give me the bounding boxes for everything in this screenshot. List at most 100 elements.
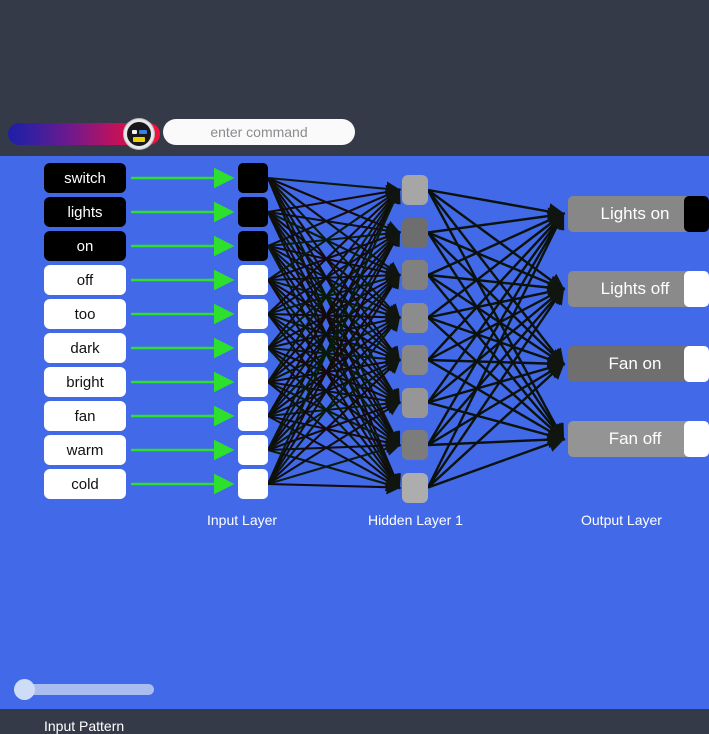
- output-bar-lights-on[interactable]: Lights on: [568, 196, 702, 232]
- input-node-7[interactable]: [238, 401, 268, 431]
- input-word-too[interactable]: too: [44, 299, 126, 329]
- synapse-input-hidden: [267, 188, 400, 451]
- synapse-hidden-output: [427, 212, 566, 277]
- output-node-0[interactable]: [684, 196, 709, 232]
- synapse-input-hidden: [267, 316, 401, 451]
- input-node-9[interactable]: [238, 469, 268, 499]
- synapse-input-hidden: [267, 479, 402, 495]
- input-word-label: bright: [66, 373, 104, 391]
- input-node-8[interactable]: [238, 435, 268, 465]
- input-node-4[interactable]: [238, 299, 268, 329]
- synapse-hidden-output: [427, 212, 565, 319]
- input-word-warm[interactable]: warm: [44, 435, 126, 465]
- input-word-lights[interactable]: lights: [44, 197, 126, 227]
- synapse-hidden-output: [427, 359, 566, 404]
- synapse-hidden-output: [427, 207, 566, 234]
- synapse-input-hidden: [267, 271, 402, 316]
- synapse-hidden-output: [427, 231, 565, 366]
- synapse-hidden-output: [427, 283, 566, 319]
- output-node-3[interactable]: [684, 421, 709, 457]
- output-node-1[interactable]: [684, 271, 709, 307]
- synapse-input-hidden: [267, 211, 401, 490]
- hidden-node-7[interactable]: [402, 472, 428, 503]
- synapse-hidden-output: [427, 273, 566, 366]
- synapse-input-hidden: [267, 210, 402, 238]
- hidden-node-0[interactable]: [402, 175, 428, 205]
- robot-face-eye-right-icon: [139, 130, 147, 134]
- synapse-input-hidden: [267, 231, 401, 315]
- synapse-hidden-output: [427, 212, 565, 361]
- output-bar-fan-on[interactable]: Fan on: [568, 346, 702, 382]
- input-node-0[interactable]: [238, 163, 268, 193]
- synapse-input-hidden: [267, 177, 401, 235]
- synapse-input-hidden: [267, 358, 401, 485]
- input-word-off[interactable]: off: [44, 265, 126, 295]
- synapse-input-hidden: [267, 245, 401, 447]
- synapse-input-hidden: [267, 316, 401, 383]
- synapse-input-hidden: [267, 354, 402, 384]
- input-node-3[interactable]: [238, 265, 268, 295]
- input-word-cold[interactable]: cold: [44, 469, 126, 499]
- input-pattern-slider-thumb[interactable]: [14, 679, 35, 700]
- synapse-input-hidden: [267, 211, 401, 447]
- input-pattern-slider-track[interactable]: [14, 684, 154, 695]
- synapse-input-hidden: [267, 313, 401, 363]
- input-node-5[interactable]: [238, 333, 268, 363]
- input-word-dark[interactable]: dark: [44, 333, 126, 363]
- input-word-label: off: [76, 271, 94, 289]
- hidden-node-4[interactable]: [402, 345, 428, 375]
- synapse-input-hidden: [267, 230, 400, 485]
- output-node-2[interactable]: [684, 346, 709, 382]
- synapse-input-hidden: [267, 188, 401, 247]
- synapse-hidden-output: [427, 231, 566, 292]
- mood-gradient-slider-thumb[interactable]: [124, 119, 154, 149]
- synapse-input-hidden: [267, 268, 402, 283]
- synapse-input-hidden: [267, 273, 401, 417]
- synapse-input-hidden: [267, 245, 401, 490]
- top-toolbar: [0, 0, 709, 156]
- input-word-label: dark: [70, 339, 100, 357]
- synapse-input-hidden: [267, 347, 401, 490]
- hidden-node-1[interactable]: [402, 217, 428, 248]
- input-node-6[interactable]: [238, 367, 268, 397]
- synapse-hidden-output: [426, 211, 565, 489]
- input-node-2[interactable]: [238, 231, 268, 261]
- hidden-node-2[interactable]: [402, 260, 428, 290]
- synapse-input-hidden: [267, 396, 402, 418]
- synapse-hidden-output: [426, 211, 565, 446]
- input-word-on[interactable]: on: [44, 231, 126, 261]
- output-bar-fan-off[interactable]: Fan off: [568, 421, 702, 457]
- synapse-hidden-output: [426, 231, 565, 442]
- synapse-input-hidden: [267, 279, 401, 362]
- synapse-input-hidden: [267, 177, 401, 447]
- hidden-node-6[interactable]: [402, 430, 428, 460]
- synapse-input-hidden: [267, 401, 401, 485]
- synapse-input-hidden: [267, 313, 401, 490]
- synapse-input-hidden: [267, 346, 402, 367]
- synapse-hidden-output: [427, 355, 566, 372]
- input-layer-caption: Input Layer: [207, 512, 278, 528]
- input-word-label: fan: [74, 407, 96, 425]
- input-node-1[interactable]: [238, 197, 268, 227]
- command-input[interactable]: [163, 119, 355, 145]
- hidden-node-5[interactable]: [402, 387, 428, 418]
- synapse-input-hidden: [267, 188, 401, 315]
- synapse-input-hidden: [267, 278, 402, 322]
- input-word-label: too: [74, 305, 96, 323]
- synapse-input-hidden: [267, 380, 402, 408]
- synapse-input-hidden: [267, 188, 401, 485]
- network-canvas: switch lights on off too dark bright fan warm col…: [0, 156, 709, 734]
- synapse-hidden-output: [427, 358, 566, 441]
- input-word-fan[interactable]: fan: [44, 401, 126, 431]
- input-word-switch[interactable]: switch: [44, 163, 126, 193]
- synapse-hidden-output: [427, 287, 565, 446]
- hidden-node-3[interactable]: [402, 302, 428, 333]
- output-bar-lights-off[interactable]: Lights off: [568, 271, 702, 307]
- synapse-input-hidden: [267, 245, 401, 405]
- synapse-input-hidden: [267, 177, 401, 362]
- synapse-input-hidden: [267, 279, 401, 490]
- synapse-input-hidden: [267, 358, 401, 417]
- output-bar-label: Lights on: [600, 204, 670, 223]
- input-word-label: switch: [64, 169, 106, 187]
- input-word-bright[interactable]: bright: [44, 367, 126, 397]
